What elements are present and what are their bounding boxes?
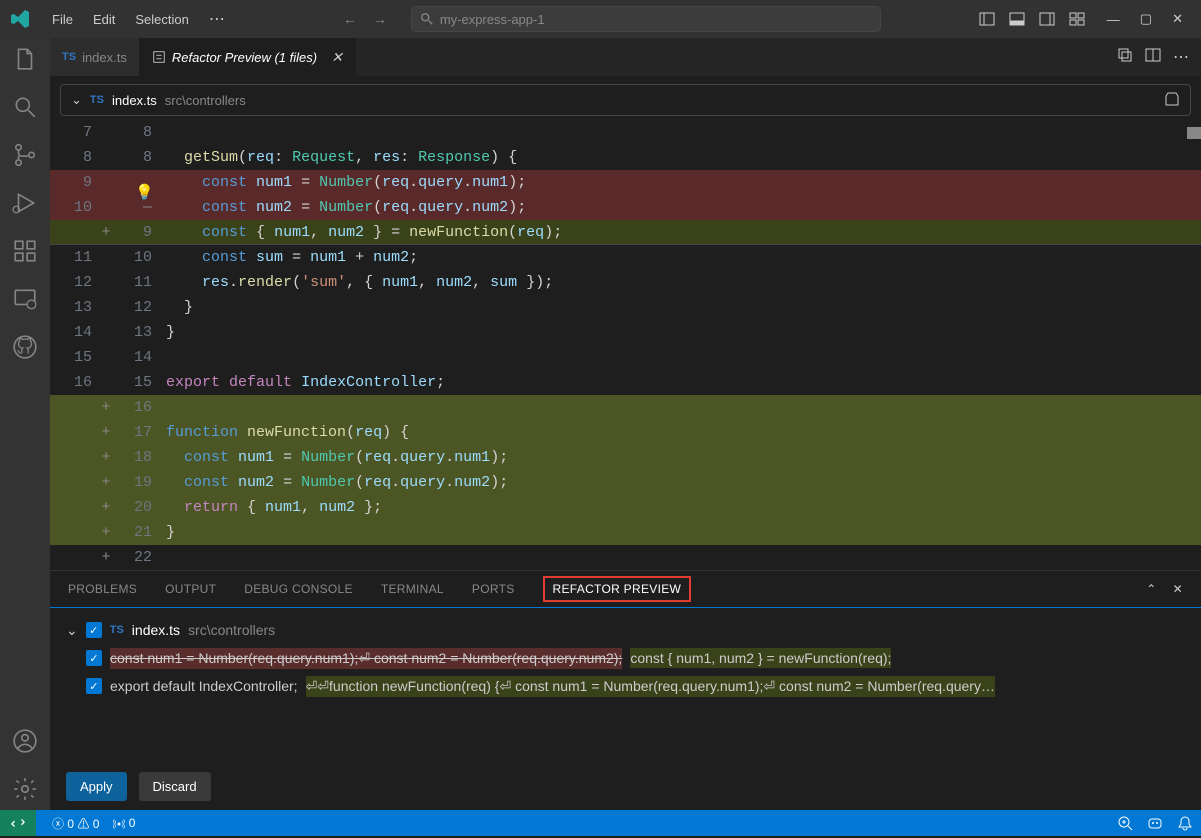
code-editor[interactable]: 7 8 8 8 getSum(req: Request, res: Respon…: [50, 120, 1201, 570]
copilot-icon[interactable]: [1147, 815, 1163, 831]
panel-tab-debug[interactable]: DEBUG CONSOLE: [244, 582, 353, 596]
checkbox[interactable]: ✓: [86, 622, 102, 638]
status-bar: ⓧ 0 ⚠ 0 0: [0, 810, 1201, 836]
bottom-panel: PROBLEMS OUTPUT DEBUG CONSOLE TERMINAL P…: [50, 570, 1201, 810]
typescript-icon: TS: [110, 624, 124, 636]
tab-close-icon[interactable]: ✕: [331, 49, 343, 66]
tab-index[interactable]: TS index.ts: [50, 38, 140, 76]
tab-refactor-preview[interactable]: Refactor Preview (1 files) ✕: [140, 38, 356, 76]
layout-left-icon[interactable]: [979, 11, 995, 27]
panel-tab-output[interactable]: OUTPUT: [165, 582, 216, 596]
search-icon[interactable]: [12, 94, 38, 120]
diff-icon: [152, 50, 166, 64]
bell-icon[interactable]: [1177, 815, 1193, 831]
search-icon: [420, 12, 434, 26]
apply-button[interactable]: Apply: [66, 772, 127, 801]
tab-label: index.ts: [82, 50, 127, 65]
activity-bar: [0, 38, 50, 810]
refactor-add-text: const { num1, num2 } = newFunction(req);: [630, 648, 891, 668]
github-icon[interactable]: [12, 334, 38, 360]
discard-button[interactable]: Discard: [139, 772, 211, 801]
checkbox[interactable]: ✓: [86, 650, 102, 666]
maximize-icon[interactable]: ▢: [1140, 11, 1152, 27]
editor-action-icon[interactable]: [1117, 47, 1133, 63]
nav-back-icon[interactable]: ←: [343, 11, 357, 27]
panel-tab-terminal[interactable]: TERMINAL: [381, 582, 444, 596]
layout-customize-icon[interactable]: [1069, 11, 1085, 27]
status-ports[interactable]: 0: [113, 816, 135, 830]
debug-icon[interactable]: [12, 190, 38, 216]
breadcrumb-path: src\controllers: [165, 93, 246, 108]
more-actions-icon[interactable]: ⋯: [1173, 47, 1189, 67]
explorer-icon[interactable]: [12, 46, 38, 72]
refactor-add-text: ⏎⏎function newFunction(req) {⏎ const num…: [306, 676, 995, 697]
zoom-icon[interactable]: [1117, 815, 1133, 831]
vscode-logo-icon: [8, 7, 32, 31]
panel-tabs: PROBLEMS OUTPUT DEBUG CONSOLE TERMINAL P…: [50, 571, 1201, 607]
nav-forward-icon[interactable]: →: [373, 11, 387, 27]
menu-selection[interactable]: Selection: [127, 8, 196, 31]
panel-tab-refactor[interactable]: REFACTOR PREVIEW: [543, 576, 692, 602]
breadcrumb: ⌄ TS index.ts src\controllers: [60, 84, 1191, 116]
tab-label: Refactor Preview (1 files): [172, 50, 317, 65]
close-panel-icon[interactable]: ✕: [1173, 582, 1183, 596]
maximize-panel-icon[interactable]: ⌃: [1146, 582, 1156, 596]
refactor-keep-text: export default IndexController;: [110, 678, 298, 694]
status-errors[interactable]: ⓧ 0 ⚠ 0: [52, 815, 99, 832]
settings-gear-icon[interactable]: [12, 776, 38, 802]
menu-edit[interactable]: Edit: [85, 8, 123, 31]
panel-tab-ports[interactable]: PORTS: [472, 582, 515, 596]
chevron-down-icon[interactable]: ⌄: [71, 92, 82, 108]
remote-explorer-icon[interactable]: [12, 286, 38, 312]
menu-file[interactable]: File: [44, 8, 81, 31]
account-icon[interactable]: [12, 728, 38, 754]
checkbox[interactable]: ✓: [86, 678, 102, 694]
search-text: my-express-app-1: [440, 12, 545, 27]
breadcrumb-file: index.ts: [112, 93, 157, 108]
command-center[interactable]: my-express-app-1: [411, 6, 881, 32]
typescript-icon: TS: [62, 51, 76, 63]
remote-indicator[interactable]: [0, 810, 36, 836]
chevron-down-icon[interactable]: ⌄: [66, 622, 78, 639]
split-editor-icon[interactable]: [1145, 47, 1161, 63]
typescript-icon: TS: [90, 94, 104, 106]
panel-path: src\controllers: [188, 622, 275, 638]
layout-bottom-icon[interactable]: [1009, 11, 1025, 27]
extensions-icon[interactable]: [12, 238, 38, 264]
title-bar: File Edit Selection ⋯ ← → my-express-app…: [0, 0, 1201, 38]
panel-file: index.ts: [132, 622, 180, 638]
panel-tab-problems[interactable]: PROBLEMS: [68, 582, 137, 596]
tab-bar: TS index.ts Refactor Preview (1 files) ✕…: [50, 38, 1201, 76]
menu-more-icon[interactable]: ⋯: [201, 5, 233, 33]
source-control-icon[interactable]: [12, 142, 38, 168]
minimize-icon[interactable]: —: [1107, 12, 1120, 27]
close-icon[interactable]: ✕: [1172, 11, 1183, 27]
discard-icon[interactable]: [1164, 91, 1180, 110]
refactor-delete-text: const num1 = Number(req.query.num1);⏎ co…: [110, 648, 622, 669]
layout-right-icon[interactable]: [1039, 11, 1055, 27]
